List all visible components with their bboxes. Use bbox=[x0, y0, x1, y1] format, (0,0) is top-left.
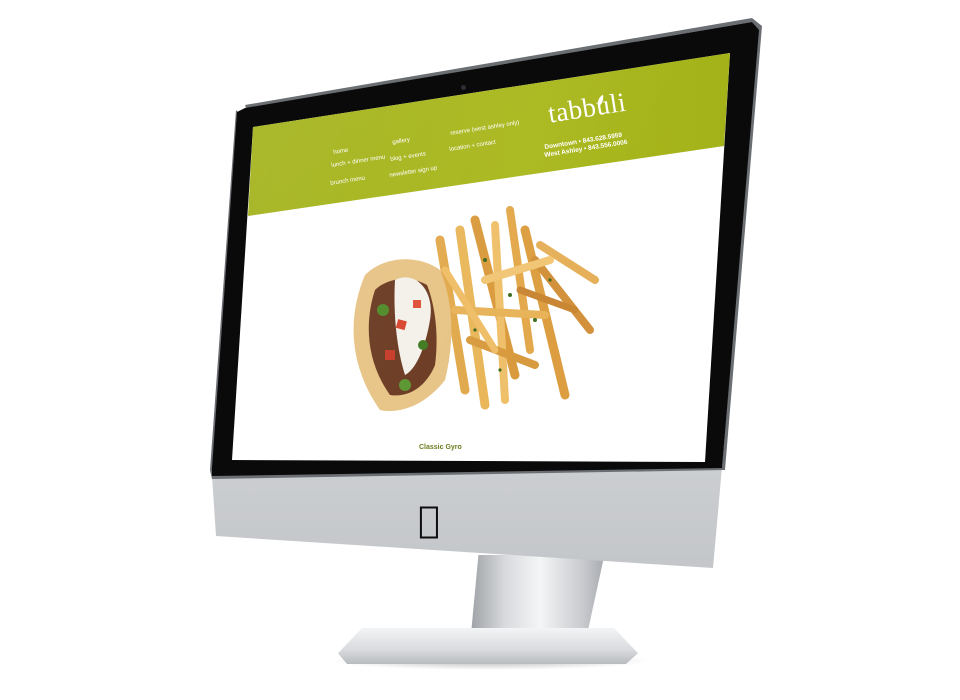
leaf-icon bbox=[598, 94, 604, 107]
photo-caption: Classic Gyro bbox=[419, 444, 462, 451]
imac-stand-base bbox=[338, 628, 638, 664]
imac-mockup:  home lunch + dinner menu brunch menu g… bbox=[0, 0, 960, 700]
food-photo bbox=[353, 206, 599, 411]
webcam-icon bbox=[461, 85, 466, 90]
apple-logo-icon:  bbox=[418, 503, 440, 539]
